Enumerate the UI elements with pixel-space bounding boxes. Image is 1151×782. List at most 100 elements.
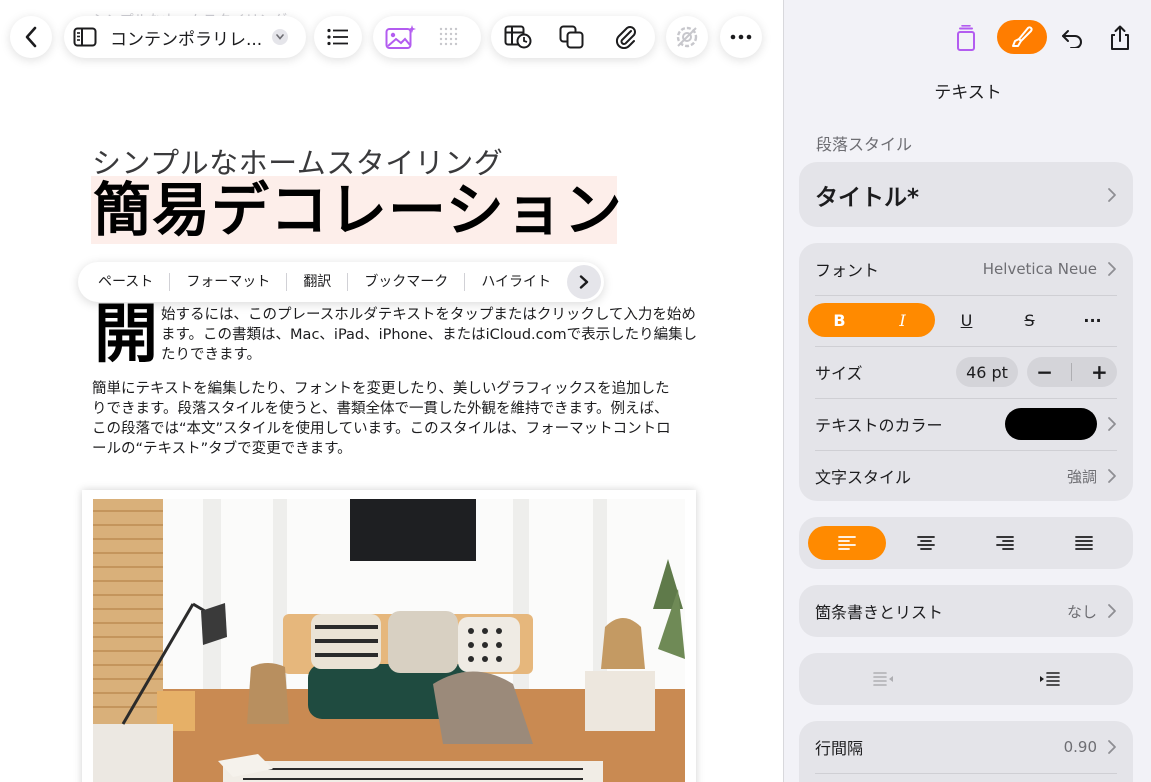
menu-item-highlight[interactable]: ハイライト [465, 273, 567, 291]
chevron-right-icon [1108, 740, 1116, 754]
body-paragraph-2[interactable]: 簡単にテキストを編集したり、フォントを変更したり、美しいグラフィックスを追加した… [92, 379, 682, 459]
decrease-indent-button[interactable] [799, 653, 966, 705]
align-left-icon [838, 536, 856, 550]
more-button[interactable] [720, 16, 762, 58]
character-style-value: 強調 [1066, 467, 1097, 486]
size-increase-button[interactable]: + [1091, 360, 1108, 384]
sidebar-icon [73, 27, 97, 47]
more-text-options-button[interactable]: ··· [1061, 303, 1124, 337]
chevron-right-icon [1108, 417, 1116, 431]
bullets-lists-row[interactable]: 箇条書きとリスト なし [799, 585, 1133, 637]
align-justify-button[interactable] [1045, 526, 1123, 560]
align-justify-icon [1075, 536, 1093, 550]
line-spacing-label: 行間隔 [815, 739, 864, 758]
font-settings-card: フォント Helvetica Neue B I U S ··· サイズ 46 p… [799, 243, 1133, 501]
image-frame[interactable] [82, 490, 696, 782]
format-brush-button[interactable] [997, 20, 1047, 54]
shapes-icon [559, 25, 584, 49]
text-color-swatch[interactable] [1005, 408, 1097, 440]
document-canvas[interactable]: シンプルなホームスタイリング コンテンポラリレ... [0, 0, 783, 782]
document-title[interactable]: 簡易デコレーション [93, 176, 623, 244]
alignment-card [799, 517, 1133, 569]
outline-view-button[interactable] [314, 16, 362, 58]
stack-icon [957, 25, 975, 51]
smart-annotation-button[interactable] [948, 20, 984, 56]
sidebar-toggle-button[interactable] [64, 16, 106, 58]
line-spacing-value: 0.90 [1063, 738, 1097, 756]
line-spacing-row[interactable]: 行間隔 0.90 [815, 721, 1117, 773]
list-icon [327, 28, 348, 46]
font-label: フォント [815, 261, 880, 280]
underline-button[interactable]: U [935, 303, 998, 337]
drop-cap[interactable]: 開 [94, 300, 158, 370]
collaborate-button[interactable] [666, 16, 708, 58]
undo-icon [1062, 30, 1082, 48]
document-name[interactable]: コンテンポラリレ... [110, 25, 262, 50]
paintbrush-icon [1012, 26, 1033, 47]
size-stepper: − + [1027, 357, 1117, 387]
outdent-icon [872, 672, 893, 686]
share-button[interactable] [1102, 20, 1138, 56]
document-title-pill[interactable]: コンテンポラリレ... [64, 16, 306, 58]
menu-item-bookmark[interactable]: ブックマーク [348, 273, 466, 291]
menu-item-paste[interactable]: ペースト [82, 273, 171, 291]
strikethrough-button[interactable]: S [998, 303, 1061, 337]
size-label: サイズ [815, 364, 863, 383]
image-sparkle-icon [385, 25, 416, 49]
living-room-photo[interactable] [93, 499, 685, 782]
chevron-right-icon [1108, 469, 1116, 483]
bold-italic-segment: B I [808, 303, 935, 337]
text-color-label: テキストのカラー [815, 416, 943, 435]
line-spacing-card: 行間隔 0.90 [799, 721, 1133, 782]
font-value: Helvetica Neue [982, 260, 1097, 278]
stepper-divider [1071, 363, 1073, 381]
size-decrease-button[interactable]: − [1036, 360, 1053, 384]
insert-table-chart-button[interactable] [491, 16, 545, 58]
text-color-row[interactable]: テキストのカラー [815, 398, 1117, 450]
insert-group [491, 16, 655, 58]
bold-button[interactable]: B [808, 303, 871, 337]
menu-item-translate[interactable]: 翻訳 [287, 273, 349, 291]
attach-button[interactable] [599, 16, 653, 58]
bullets-label: 箇条書きとリスト [815, 603, 944, 622]
back-button[interactable] [10, 16, 52, 58]
chevron-right-icon [1108, 262, 1116, 276]
paragraph-style-selector[interactable]: タイトル* [799, 162, 1133, 227]
indent-card [799, 653, 1133, 705]
character-style-label: 文字スタイル [815, 468, 912, 487]
insert-shape-button[interactable] [545, 16, 599, 58]
align-right-button[interactable] [966, 526, 1044, 560]
paragraph-style-section-label: 段落スタイル [816, 135, 913, 154]
body-paragraph-1[interactable]: 始するには、このプレースホルダテキストをタップまたはクリックして入力を始めます。… [161, 305, 706, 365]
chevron-down-icon [276, 34, 285, 40]
text-style-buttons: B I U S ··· [808, 303, 1118, 337]
format-panel: テキスト 段落スタイル タイトル* フォント Helvetica Neue B … [783, 0, 1151, 782]
ellipsis-icon [730, 34, 752, 40]
paragraph-style-name: タイトル* [815, 184, 920, 211]
size-row: サイズ 46 pt − + [815, 346, 1117, 398]
align-right-icon [996, 536, 1014, 550]
dot-grid-icon [439, 27, 458, 46]
align-center-icon [917, 536, 935, 550]
insert-media-button[interactable] [373, 16, 429, 58]
align-left-button[interactable] [808, 526, 886, 560]
collaborate-gear-icon [676, 26, 698, 48]
grid-button[interactable] [429, 16, 469, 58]
align-center-button[interactable] [887, 526, 965, 560]
chevron-right-icon [1108, 604, 1116, 618]
media-group [373, 16, 481, 58]
paperclip-icon [615, 26, 636, 49]
font-row[interactable]: フォント Helvetica Neue [815, 243, 1117, 295]
indent-icon [1039, 672, 1060, 686]
undo-button[interactable] [1054, 20, 1090, 56]
menu-next-button[interactable] [567, 265, 601, 299]
chevron-left-icon [25, 26, 37, 48]
increase-indent-button[interactable] [966, 653, 1133, 705]
menu-item-format[interactable]: フォーマット [170, 273, 288, 291]
chevron-right-icon [1108, 187, 1116, 202]
document-menu-chevron[interactable] [272, 29, 289, 45]
character-style-row[interactable]: 文字スタイル 強調 [815, 450, 1117, 502]
italic-button[interactable]: I [871, 303, 934, 337]
size-value[interactable]: 46 pt [956, 357, 1018, 387]
share-icon [1111, 25, 1129, 50]
